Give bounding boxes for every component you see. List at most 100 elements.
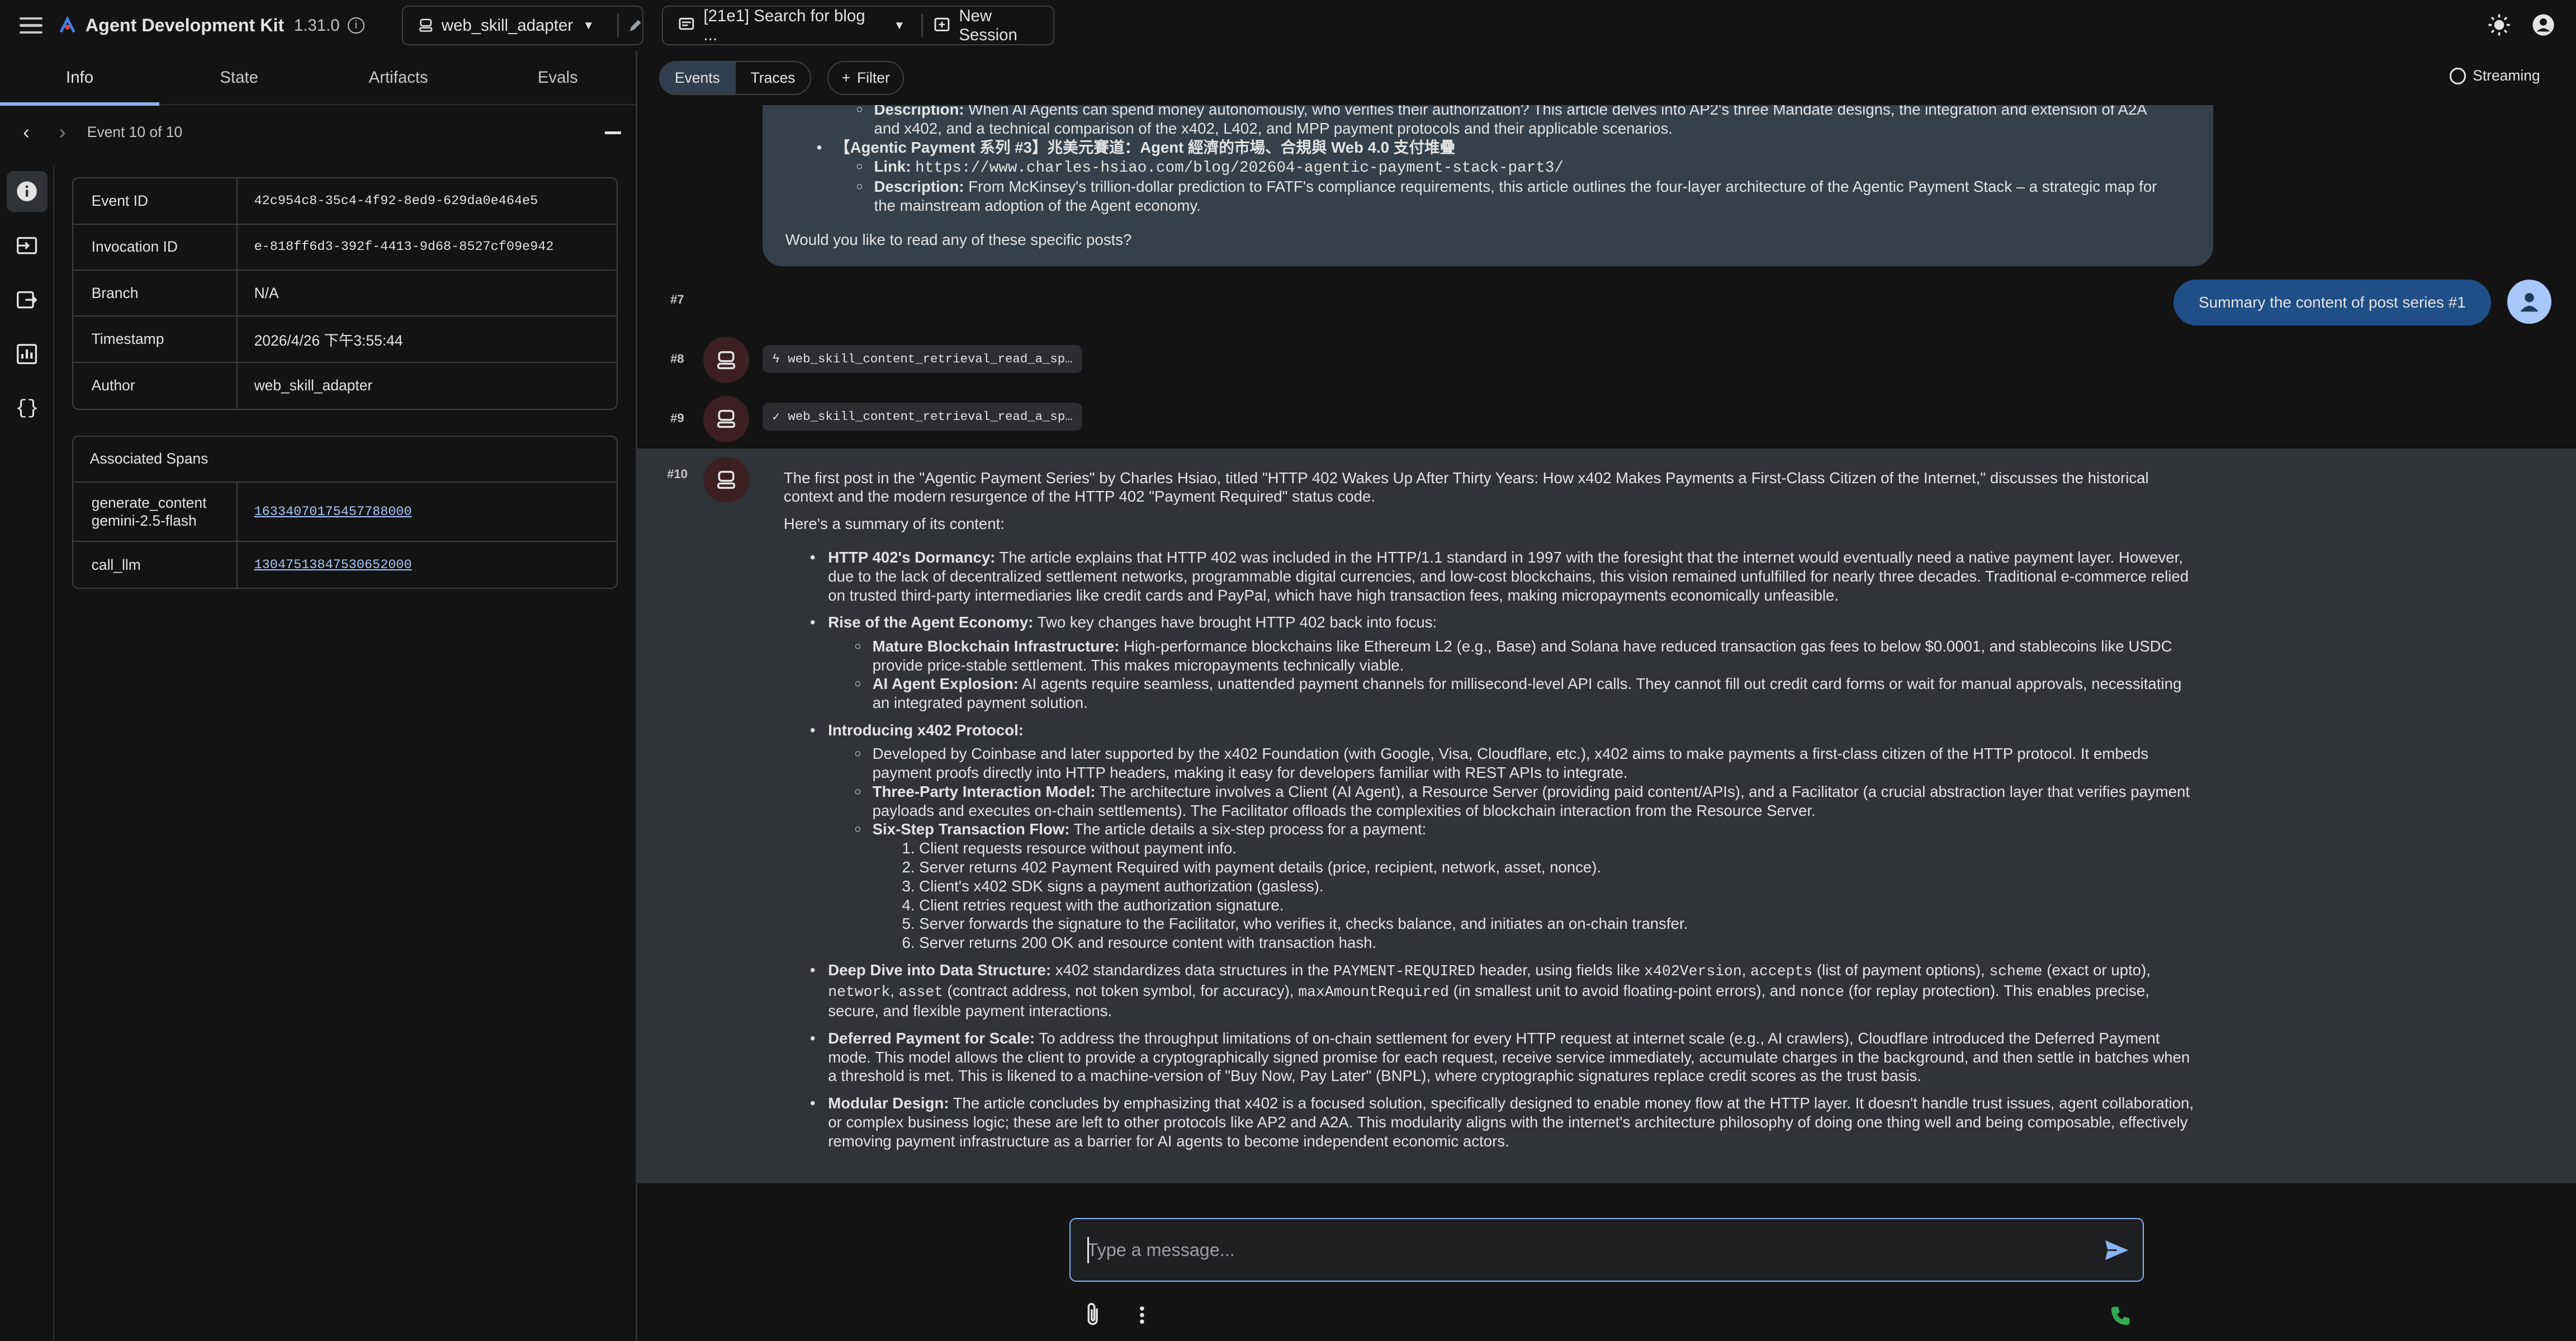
event-navigator: ‹ › Event 10 of 10: [0, 105, 637, 159]
sub-list: Developed by Coinbase and later supporte…: [854, 744, 2196, 952]
function-call-chip[interactable]: ϟ web_skill_content_retrieval_read_a_sp…: [762, 345, 1083, 374]
span-name-line2: gemini-2.5-flash: [91, 512, 197, 529]
events-toggle[interactable]: Events: [660, 62, 736, 95]
event-id-value: 42c954c8-35c4-4f92-8ed9-629da0e464e5: [254, 193, 538, 209]
selected-event-block[interactable]: #10 The first post in the "Agentic Payme…: [637, 448, 2576, 1184]
session-selector[interactable]: [21e1] Search for blog ... ▼ New Session: [661, 6, 1054, 45]
function-response-chip[interactable]: ✓ web_skill_content_retrieval_read_a_sp…: [762, 403, 1083, 431]
code-token: accepts: [1750, 962, 1813, 980]
new-session-button[interactable]: New Session: [959, 7, 1053, 45]
user-message[interactable]: Summary the content of post series #1: [2174, 279, 2491, 325]
streaming-toggle[interactable]: Streaming: [2450, 67, 2540, 84]
event-info-table: Event ID 42c954c8-35c4-4f92-8ed9-629da0e4…: [72, 177, 618, 410]
bullet: ○: [856, 180, 863, 193]
timestamp-value: 2026/4/26 下午3:55:44: [254, 332, 403, 349]
attach-icon[interactable]: [1081, 1300, 1104, 1330]
filter-button[interactable]: + Filter: [827, 60, 905, 96]
item-text: header, using fields like: [1479, 961, 1640, 979]
event-number[interactable]: #10: [667, 467, 688, 481]
chevron-left-icon[interactable]: ‹: [23, 121, 30, 144]
message-input[interactable]: [1071, 1239, 2104, 1260]
list-item: Mature Blockchain Infrastructure: High-p…: [854, 637, 2196, 675]
tab-info[interactable]: Info: [0, 51, 160, 106]
account-icon[interactable]: [2532, 13, 2555, 36]
row-key: Invocation ID: [73, 224, 238, 270]
top-bar: Agent Development Kit 1.31.0 i web_skill…: [0, 0, 2576, 51]
tab-artifacts[interactable]: Artifacts: [319, 51, 478, 104]
chat-icon: [679, 18, 694, 30]
step-item: 6. Server returns 200 OK and resource co…: [902, 934, 1377, 952]
chevron-down-icon: ▼: [893, 18, 905, 32]
menu-icon[interactable]: [20, 17, 43, 34]
more-vert-icon[interactable]: [1134, 1302, 1150, 1328]
theme-toggle-icon[interactable]: [2488, 13, 2511, 36]
follow-up-question: Would you like to read any of these spec…: [785, 230, 1132, 248]
table-row: Branch N/A: [73, 270, 617, 317]
list-item: Three-Party Interaction Model: The archi…: [854, 782, 2196, 820]
list-item: ○ Description: When AI Agents can spend …: [856, 105, 2190, 138]
description-label: Description:: [874, 178, 964, 196]
side-panel-tabs: Info State Artifacts Evals: [0, 51, 638, 106]
edit-icon[interactable]: [628, 17, 642, 34]
list-item: Developed by Coinbase and later supporte…: [854, 744, 2196, 782]
info-rail-button[interactable]: [6, 171, 48, 213]
item-text: (list of payment options),: [1816, 961, 1985, 979]
item-text: The article details a six-step process f…: [1073, 820, 1427, 838]
send-icon[interactable]: [2104, 1239, 2130, 1262]
span-id-link[interactable]: 16334070175457788000: [254, 504, 412, 520]
new-session-icon: [934, 18, 950, 32]
step-item: 5. Server forwards the signature to the …: [902, 915, 1688, 933]
invocation-id-value: e-818ff6d3-392f-4413-9d68-8527cf09e942: [254, 239, 554, 255]
description-text: the mainstream adoption of the Agent eco…: [874, 197, 1201, 215]
span-name-line1: generate_content: [91, 494, 207, 511]
tab-evals[interactable]: Evals: [478, 51, 637, 104]
app-version: 1.31.0: [293, 16, 340, 35]
item-text: Two key changes have brought HTTP 402 ba…: [1037, 613, 1437, 631]
list-item: ○ Description: From McKinsey's trillion-…: [856, 177, 2190, 215]
session-name: [21e1] Search for blog ...: [703, 6, 865, 44]
phone-call-icon[interactable]: [2108, 1304, 2133, 1328]
list-item: Deferred Payment for Scale: To address t…: [810, 1029, 2197, 1085]
agent-selector[interactable]: web_skill_adapter ▼: [402, 6, 644, 45]
chat-toolbar: Events Traces + Filter Streaming: [637, 51, 2576, 105]
event-number[interactable]: #8: [670, 352, 684, 366]
list-item: Modular Design: The article concludes by…: [810, 1094, 2197, 1150]
span-id-link[interactable]: 13047513847530652000: [254, 558, 412, 573]
item-title: HTTP 402's Dormancy:: [828, 549, 996, 566]
description-label: Description:: [874, 105, 964, 119]
metrics-rail-button[interactable]: [7, 334, 48, 375]
code-token: network: [828, 983, 891, 1000]
author-value: web_skill_adapter: [254, 377, 373, 394]
message-composer: [1069, 1217, 2144, 1282]
info-icon[interactable]: i: [348, 17, 364, 34]
info-icon: [17, 181, 37, 202]
tab-state[interactable]: State: [159, 51, 319, 104]
step-item: 1. Client requests resource without paym…: [902, 839, 1237, 857]
post-link[interactable]: https://www.charles-hsiao.com/blog/20260…: [915, 159, 1564, 177]
summary-list: HTTP 402's Dormancy: The article explain…: [810, 548, 2197, 1150]
user-avatar-icon: [2507, 279, 2552, 324]
event-number[interactable]: #9: [670, 411, 684, 426]
list-item: ○ Link: https://www.charles-hsiao.com/bl…: [856, 157, 2190, 178]
table-row: Event ID 42c954c8-35c4-4f92-8ed9-629da0e4…: [73, 178, 617, 225]
event-number[interactable]: #7: [670, 292, 684, 307]
item-title: Rise of the Agent Economy:: [828, 613, 1034, 631]
step-item: 3. Client's x402 SDK signs a payment aut…: [902, 877, 1324, 895]
input-rail-button[interactable]: [7, 225, 48, 266]
output-rail-button[interactable]: [7, 280, 48, 320]
chevron-right-icon[interactable]: ›: [59, 121, 66, 144]
description-text: and x402, and a technical comparison of …: [874, 120, 1673, 138]
agent-name: web_skill_adapter: [441, 16, 574, 35]
item-title: Mature Blockchain Infrastructure:: [872, 637, 1120, 655]
step-item: 2. Server returns 402 Payment Required w…: [902, 858, 1602, 876]
table-row: Invocation ID e-818ff6d3-392f-4413-9d68-8…: [73, 224, 617, 271]
item-title: Deferred Payment for Scale:: [828, 1029, 1035, 1047]
traces-toggle[interactable]: Traces: [736, 62, 810, 95]
table-row: Timestamp 2026/4/26 下午3:55:44: [73, 317, 617, 363]
adk-logo-icon: [59, 16, 75, 33]
json-rail-button[interactable]: {}: [7, 388, 48, 429]
item-text: AI agents require seamless, unattended p…: [872, 675, 2182, 712]
item-text: The article explains that HTTP 402 was i…: [828, 549, 2189, 604]
list-item: Introducing x402 Protocol: Developed by …: [810, 721, 2197, 952]
collapse-icon[interactable]: [604, 131, 621, 134]
